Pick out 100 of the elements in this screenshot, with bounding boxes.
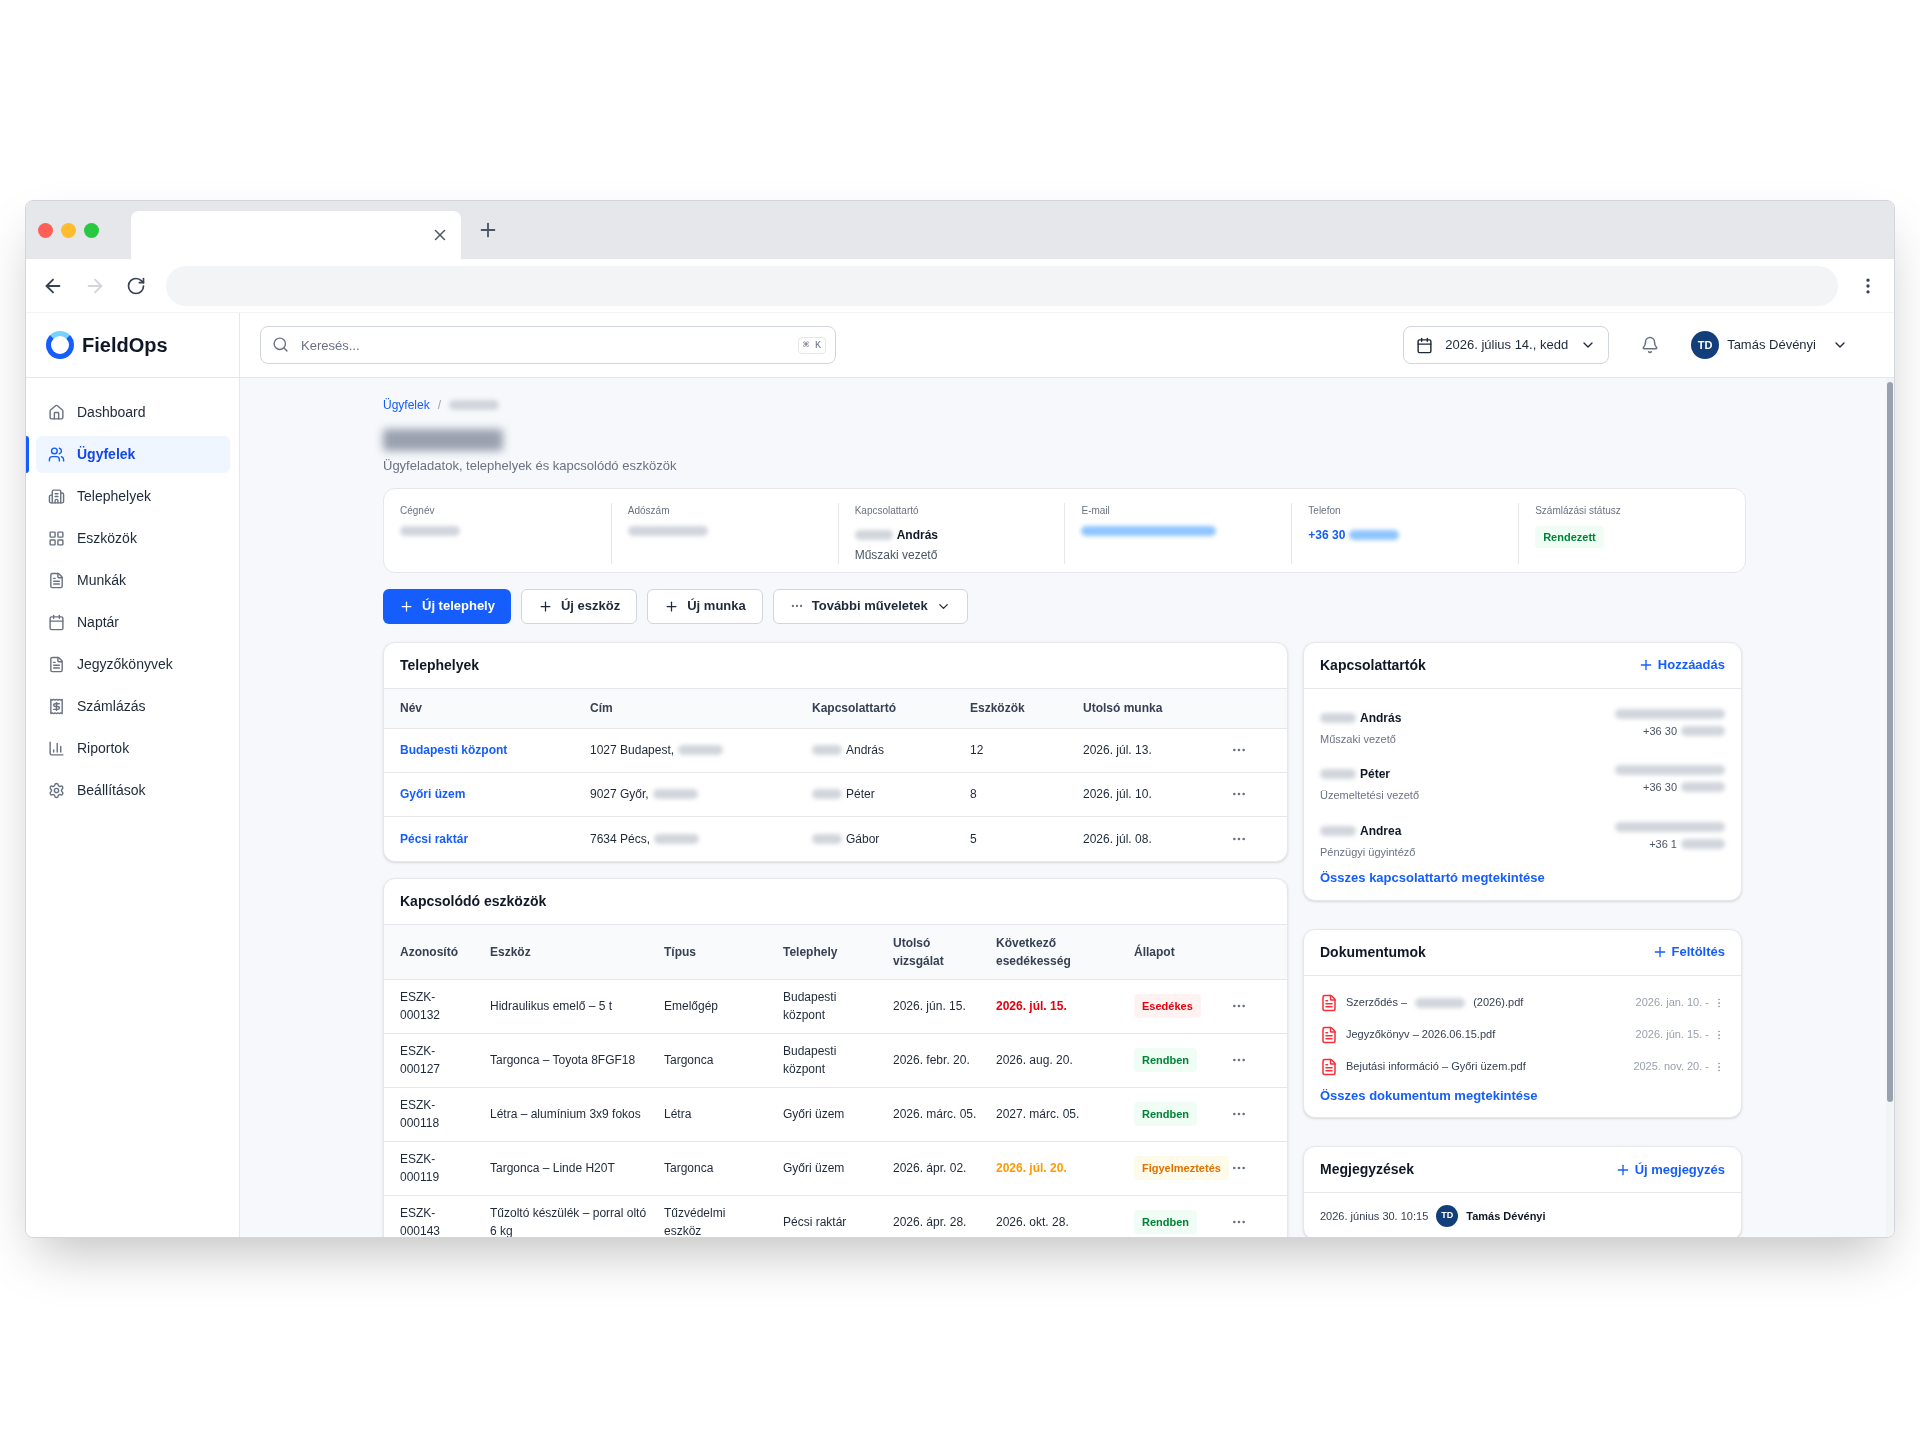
redacted-text — [400, 525, 460, 536]
table-cell-text: Budapesti központ — [783, 1043, 838, 1078]
site-link[interactable]: Győri üzem — [400, 785, 590, 803]
close-window-icon[interactable] — [38, 222, 53, 238]
column-header: Eszközök — [970, 700, 1026, 717]
document-name[interactable]: Bejutási információ – Győri üzem.pdf — [1346, 1058, 1526, 1075]
site-link[interactable]: Pécsi raktár — [400, 829, 590, 848]
redacted-text — [449, 400, 500, 410]
add-link[interactable]: Hozzáadás — [1637, 655, 1725, 675]
sidebar-item[interactable]: Telephelyek — [36, 478, 230, 515]
redacted-text — [1681, 782, 1725, 793]
action-button[interactable]: Új munka — [647, 588, 763, 624]
column-header: Telephely — [783, 943, 839, 961]
plus-icon — [399, 598, 414, 614]
table-cell-text: Pécsi raktár — [783, 1214, 848, 1231]
table-cell-text: Targonca – Toyota 8FGF18 — [490, 1052, 637, 1069]
card-title: Telephelyek — [400, 655, 480, 675]
calendar-icon — [1416, 336, 1434, 354]
table-cell-text: Győri üzem — [783, 1160, 846, 1177]
sidebar-item[interactable]: Beállítások — [36, 772, 230, 809]
sidebar-item[interactable]: Jegyzőkönyvek — [36, 646, 230, 683]
reload-icon[interactable] — [126, 275, 146, 296]
redacted-text — [1320, 769, 1356, 779]
users-icon — [48, 446, 65, 463]
plus-icon — [664, 598, 680, 614]
action-button[interactable]: Új eszköz — [520, 588, 638, 624]
sidebar-item[interactable]: Naptár — [36, 604, 230, 641]
logo-text: FieldOps — [82, 333, 168, 358]
note-author: Tamás Dévényi — [1466, 1208, 1546, 1224]
card-title: Kapcsolattartók — [1320, 655, 1426, 675]
document-name[interactable]: Jegyzőkönyv – 2026.06.15.pdf — [1346, 1026, 1496, 1043]
user-menu[interactable]: TD Tamás Dévényi — [1691, 331, 1848, 359]
sidebar-item[interactable]: Eszközök — [36, 520, 230, 557]
note-timestamp: 2026. június 30. 10:15 — [1320, 1208, 1429, 1224]
card-title: Megjegyzések — [1320, 1160, 1415, 1179]
table-cell-text: Tűzvédelmi eszköz — [664, 1205, 727, 1237]
pdf-file-icon — [1320, 1057, 1338, 1076]
table-cell-text: Péter — [846, 786, 875, 803]
sidebar-item[interactable]: Számlázás — [36, 688, 230, 725]
building-icon — [48, 488, 65, 505]
document-date: 2026. jan. 10. - — [1635, 995, 1709, 1011]
field-label: E-mail — [1081, 503, 1111, 518]
table-cell-text: 2026. júl. 08. — [1083, 830, 1153, 848]
document-name-suffix: (2026).pdf — [1473, 995, 1524, 1011]
notification-icon[interactable] — [1641, 336, 1660, 354]
sidebar-item[interactable]: Dashboard — [36, 394, 230, 431]
status-badge: Rendben — [1134, 1209, 1198, 1235]
plus-icon — [537, 598, 553, 614]
table-cell-text: ESZK-000132 — [400, 989, 442, 1024]
sidebar-item[interactable]: Riportok — [36, 730, 230, 767]
bar-chart-icon — [48, 740, 65, 757]
table-cell-text: 2026. júl. 13. — [1083, 742, 1153, 759]
table-cell-text: Győri üzem — [783, 1106, 846, 1123]
table-cell-text: 2026. okt. 28. — [996, 1214, 1070, 1231]
scrollbar[interactable] — [1886, 378, 1894, 1237]
redacted-text — [654, 833, 700, 844]
contact-name: András — [896, 526, 938, 544]
table-cell-text: 2026. ápr. 02. — [893, 1160, 968, 1177]
table-cell-text: 9027 Győr, — [590, 786, 649, 803]
pdf-file-icon — [1320, 993, 1338, 1012]
view-all-link[interactable]: Összes kapcsolattartó megtekintése — [1320, 868, 1725, 888]
table-cell-text: 7634 Pécs, — [590, 830, 651, 848]
active-indicator — [26, 436, 29, 473]
table-cell-text: Hidraulikus emelő – 5 t — [490, 998, 614, 1015]
phone-link[interactable]: +36 30 — [1308, 525, 1346, 544]
document-icon — [48, 656, 65, 673]
logo-icon — [46, 331, 74, 359]
date-picker[interactable]: 2026. július 14., kedd — [1403, 326, 1610, 364]
table-cell-text: Tűzoltó készülék – porral oltó 6 kg — [490, 1205, 648, 1237]
column-header: Kapcsolattartó — [812, 700, 898, 717]
redacted-text — [1681, 725, 1725, 736]
column-header: Cím — [590, 700, 614, 717]
site-link[interactable]: Budapesti központ — [400, 741, 590, 759]
redacted-text — [1681, 838, 1725, 849]
document-date: 2026. jún. 15. - — [1635, 1027, 1709, 1043]
contact-name: Andrea — [1360, 822, 1402, 840]
search-icon — [272, 336, 289, 353]
action-button[interactable]: Új telephely — [383, 588, 511, 624]
redacted-text — [1320, 825, 1356, 836]
table-cell-text: Létra – alumínium 3x9 fokos — [490, 1106, 642, 1123]
card-title: Dokumentumok — [1320, 942, 1426, 962]
column-header: Utolsó vizsgálat — [893, 934, 945, 970]
column-header: Eszköz — [490, 943, 532, 961]
contact-name: András — [1360, 709, 1402, 727]
view-all-link[interactable]: Összes dokumentum megtekintése — [1320, 1085, 1725, 1105]
redacted-text — [812, 745, 842, 755]
sidebar-item[interactable]: Munkák — [36, 562, 230, 599]
document-name[interactable]: Szerződés – — [1346, 994, 1408, 1011]
avatar: TD — [1436, 1205, 1459, 1227]
sidebar-item[interactable]: Ügyfelek — [36, 436, 230, 473]
action-button[interactable]: További műveletek — [772, 588, 968, 624]
table-cell-text: 5 — [970, 830, 978, 848]
column-header: Következő esedékesség — [996, 934, 1072, 970]
breadcrumb-separator: / — [437, 397, 442, 414]
card-title: Kapcsolódó eszközök — [400, 891, 547, 911]
breadcrumb-link[interactable]: Ügyfelek — [383, 396, 430, 414]
table-cell-text: Emelőgép — [664, 998, 720, 1015]
add-link[interactable]: Új megjegyzés — [1614, 1159, 1725, 1180]
redacted-text — [1415, 997, 1466, 1008]
add-link[interactable]: Feltöltés — [1651, 942, 1725, 962]
